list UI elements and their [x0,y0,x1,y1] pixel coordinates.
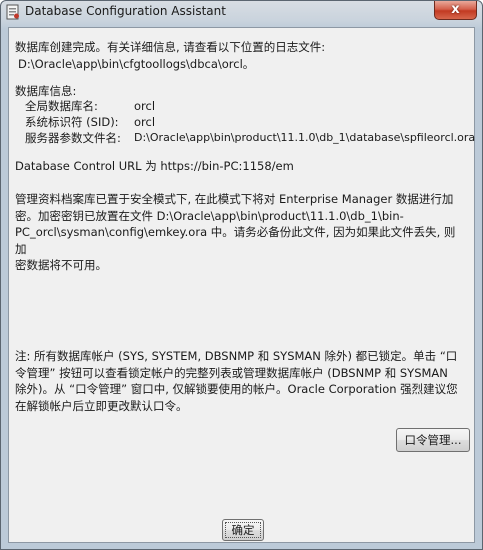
note-line: 在解锁帐户后立即更改默认口令。 [15,398,188,413]
account-lock-note: 注: 所有数据库帐户 (SYS, SYSTEM, DBSNMP 和 SYSMAN… [15,348,465,418]
secure-mode-line: PC_orcl\sysman\config\emkey.ora 中。请务必备份此… [15,225,456,256]
global-db-name-label: 全局数据库名: [25,99,98,113]
close-button[interactable]: x [434,1,477,20]
title-bar[interactable]: Database Configuration Assistant x [1,1,482,27]
note-line: 除外)。从 “口令管理” 窗口中, 仅解锁要使用的帐户。Oracle Corpo… [15,382,458,396]
ok-button[interactable]: 确定 [222,519,264,541]
sid-label: 系统标识符 (SID): [25,115,119,129]
completion-message: 数据库创建完成。有关详细信息, 请查看以下位置的日志文件: [15,40,326,54]
password-management-button[interactable]: 口令管理... [396,428,470,452]
secure-mode-line: 密。加密密钥已放置在文件 D:\Oracle\app\bin\product\1… [15,208,404,223]
sid-value: orcl [134,115,156,129]
log-file-path: D:\Oracle\app\bin\cfgtoollogs\dbca\orcl。 [18,57,255,71]
spfile-value: D:\Oracle\app\bin\product\11.1.0\db_1\da… [134,131,476,144]
dialog-content: 数据库创建完成。有关详细信息, 请查看以下位置的日志文件: D:\Oracle\… [8,27,475,543]
spfile-label: 服务器参数文件名: [25,131,121,145]
secure-mode-line: 密数据将不可用。 [15,258,107,272]
window-title: Database Configuration Assistant [25,4,226,18]
secure-mode-message: 管理资料档案库已置于安全模式下, 在此模式下将对 Enterprise Mana… [15,191,465,272]
control-url: Database Control URL 为 https://bin-PC:11… [15,159,294,173]
db-info-heading: 数据库信息: [15,84,77,98]
note-line: 注: 所有数据库帐户 (SYS, SYSTEM, DBSNMP 和 SYSMAN… [15,349,458,363]
secure-mode-line: 管理资料档案库已置于安全模式下, 在此模式下将对 Enterprise Mana… [15,192,454,206]
global-db-name-value: orcl [134,99,156,113]
note-line: 令管理” 按钮可以查看锁定帐户的完整列表或管理数据库帐户 (DBSNMP 和 S… [15,365,448,380]
dbca-app-icon [6,4,19,20]
dialog-window: Database Configuration Assistant x 数据库创建… [0,0,483,550]
close-icon: x [451,2,460,17]
